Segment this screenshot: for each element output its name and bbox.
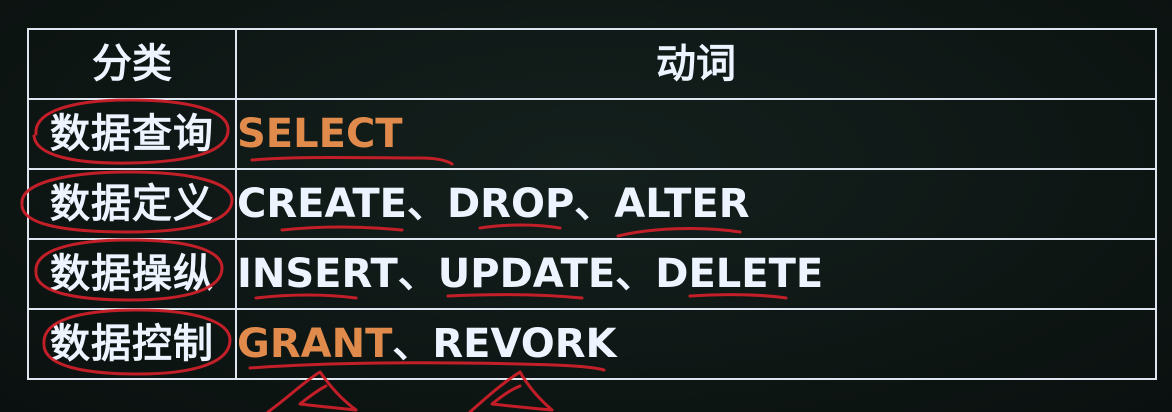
table-header-row: 分类 动词 <box>27 28 1157 100</box>
verb-create: CREATE <box>237 181 407 227</box>
separator: 、 <box>574 181 615 227</box>
verbs-query: SELECT <box>235 98 1157 170</box>
verb-drop: DROP <box>446 181 575 227</box>
sql-verb-table: 分类 动词 数据查询 SELECT 数据定义 CREATE、DROP、ALTER… <box>27 28 1157 380</box>
separator: 、 <box>406 181 447 227</box>
verb-select: SELECT <box>237 111 403 157</box>
category-control: 数据控制 <box>27 308 237 380</box>
separator: 、 <box>615 251 656 297</box>
category-manipulation: 数据操纵 <box>27 238 237 310</box>
verbs-control: GRANT、REVORK <box>235 308 1157 380</box>
header-category: 分类 <box>27 28 237 100</box>
table-row: 数据定义 CREATE、DROP、ALTER <box>27 168 1157 240</box>
verb-delete: DELETE <box>655 251 824 297</box>
category-query: 数据查询 <box>27 98 237 170</box>
separator: 、 <box>397 251 438 297</box>
verb-revork: REVORK <box>432 321 617 367</box>
separator: 、 <box>392 321 433 367</box>
table-row: 数据查询 SELECT <box>27 98 1157 170</box>
verbs-manipulation: INSERT、UPDATE、DELETE <box>235 238 1157 310</box>
verb-update: UPDATE <box>437 251 616 297</box>
verbs-definition: CREATE、DROP、ALTER <box>235 168 1157 240</box>
verb-alter: ALTER <box>614 181 750 227</box>
category-definition: 数据定义 <box>27 168 237 240</box>
verb-insert: INSERT <box>237 251 398 297</box>
table-row: 数据操纵 INSERT、UPDATE、DELETE <box>27 238 1157 310</box>
header-verb: 动词 <box>235 28 1157 100</box>
table-row: 数据控制 GRANT、REVORK <box>27 308 1157 380</box>
verb-grant: GRANT <box>237 321 393 367</box>
